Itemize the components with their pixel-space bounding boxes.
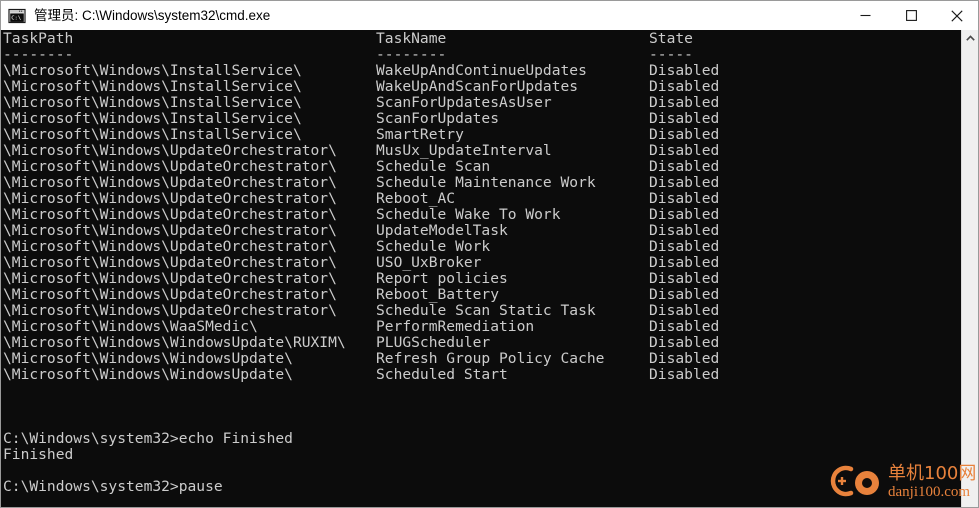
table-row-state: Disabled xyxy=(649,62,720,79)
table-row-state: Disabled xyxy=(649,334,720,351)
table-row-taskname: WakeUpAndContinueUpdates xyxy=(376,62,587,79)
table-row-taskpath: \Microsoft\Windows\UpdateOrchestrator\ xyxy=(3,190,337,207)
table-row-taskname: Reboot_Battery xyxy=(376,286,500,303)
pause-command-line: C:\Windows\system32>pause xyxy=(3,478,223,495)
table-row-taskpath: \Microsoft\Windows\WindowsUpdate\ xyxy=(3,366,293,383)
column-header-taskname: TaskName xyxy=(376,30,447,47)
table-row-taskpath: \Microsoft\Windows\InstallService\ xyxy=(3,62,302,79)
table-row-state: Disabled xyxy=(649,318,720,335)
table-row-taskpath: \Microsoft\Windows\InstallService\ xyxy=(3,78,302,95)
window-title: 管理员: C:\Windows\system32\cmd.exe xyxy=(34,8,271,23)
cmd-console-icon: C:\ xyxy=(8,7,26,25)
table-row-taskname: Schedule Wake To Work xyxy=(376,206,561,223)
table-row-taskname: Refresh Group Policy Cache xyxy=(376,350,605,367)
table-row-taskpath: \Microsoft\Windows\UpdateOrchestrator\ xyxy=(3,158,337,175)
table-row-state: Disabled xyxy=(649,174,720,191)
column-header-taskpath: TaskPath xyxy=(3,30,74,47)
table-row-state: Disabled xyxy=(649,366,720,383)
vertical-scrollbar[interactable] xyxy=(961,30,978,507)
table-row-state: Disabled xyxy=(649,270,720,287)
svg-text:C:\: C:\ xyxy=(11,15,21,21)
table-row-state: Disabled xyxy=(649,238,720,255)
echo-output-line: Finished xyxy=(3,446,74,463)
table-row-taskpath: \Microsoft\Windows\InstallService\ xyxy=(3,126,302,143)
table-row-taskpath: \Microsoft\Windows\WaaSMedic\ xyxy=(3,318,258,335)
table-row-taskname: Scheduled Start xyxy=(376,366,508,383)
table-row-state: Disabled xyxy=(649,94,720,111)
table-row-taskpath: \Microsoft\Windows\UpdateOrchestrator\ xyxy=(3,174,337,191)
console-output[interactable]: TaskPath TaskName State -------- -------… xyxy=(1,30,963,507)
table-row-taskname: Report policies xyxy=(376,270,508,287)
close-button[interactable] xyxy=(934,1,978,30)
table-row-taskname: UpdateModelTask xyxy=(376,222,508,239)
table-row-taskpath: \Microsoft\Windows\UpdateOrchestrator\ xyxy=(3,302,337,319)
table-row-taskname: PerformRemediation xyxy=(376,318,535,335)
table-row-taskpath: \Microsoft\Windows\UpdateOrchestrator\ xyxy=(3,142,337,159)
column-rule-taskname: -------- xyxy=(376,46,447,63)
table-row-state: Disabled xyxy=(649,78,720,95)
title-bar[interactable]: C:\ 管理员: C:\Windows\system32\cmd.exe xyxy=(1,1,978,30)
table-row-taskpath: \Microsoft\Windows\UpdateOrchestrator\ xyxy=(3,222,337,239)
scroll-up-arrow-icon[interactable] xyxy=(962,30,978,47)
echo-command-line: C:\Windows\system32>echo Finished xyxy=(3,430,293,447)
pause-message-line: 请按任意键继续. . . xyxy=(3,495,192,507)
column-rule-state: ----- xyxy=(649,46,693,63)
table-row-taskname: MusUx_UpdateInterval xyxy=(376,142,552,159)
table-row-taskpath: \Microsoft\Windows\UpdateOrchestrator\ xyxy=(3,270,337,287)
table-row-taskname: Schedule Scan xyxy=(376,158,491,175)
table-row-taskpath: \Microsoft\Windows\UpdateOrchestrator\ xyxy=(3,286,337,303)
table-row-taskname: SmartRetry xyxy=(376,126,464,143)
table-row-taskpath: \Microsoft\Windows\WindowsUpdate\RUXIM\ xyxy=(3,334,346,351)
window-controls xyxy=(842,1,978,30)
table-row-state: Disabled xyxy=(649,350,720,367)
cmd-window: C:\ 管理员: C:\Windows\system32\cmd.exe Tas… xyxy=(0,0,979,508)
table-row-taskpath: \Microsoft\Windows\UpdateOrchestrator\ xyxy=(3,254,337,271)
table-row-taskname: Schedule Scan Static Task xyxy=(376,302,596,319)
table-row-taskpath: \Microsoft\Windows\UpdateOrchestrator\ xyxy=(3,206,337,223)
table-row-state: Disabled xyxy=(649,158,720,175)
maximize-button[interactable] xyxy=(888,1,934,30)
column-rule-taskpath: -------- xyxy=(3,46,74,63)
table-row-taskpath: \Microsoft\Windows\InstallService\ xyxy=(3,94,302,111)
table-row-state: Disabled xyxy=(649,206,720,223)
column-header-state: State xyxy=(649,30,693,47)
table-row-state: Disabled xyxy=(649,254,720,271)
table-row-state: Disabled xyxy=(649,190,720,207)
table-row-state: Disabled xyxy=(649,222,720,239)
table-row-taskpath: \Microsoft\Windows\InstallService\ xyxy=(3,110,302,127)
table-row-state: Disabled xyxy=(649,302,720,319)
table-row-taskname: Reboot_AC xyxy=(376,190,456,207)
table-row-taskname: ScanForUpdatesAsUser xyxy=(376,94,552,111)
table-row-taskpath: \Microsoft\Windows\UpdateOrchestrator\ xyxy=(3,238,337,255)
table-row-taskname: Schedule Work xyxy=(376,238,491,255)
table-row-taskname: Schedule Maintenance Work xyxy=(376,174,596,191)
table-row-state: Disabled xyxy=(649,286,720,303)
table-row-taskname: ScanForUpdates xyxy=(376,110,500,127)
table-row-taskpath: \Microsoft\Windows\WindowsUpdate\ xyxy=(3,350,293,367)
table-row-taskname: PLUGScheduler xyxy=(376,334,491,351)
minimize-button[interactable] xyxy=(842,1,888,30)
table-row-taskname: WakeUpAndScanForUpdates xyxy=(376,78,579,95)
table-row-state: Disabled xyxy=(649,110,720,127)
table-row-state: Disabled xyxy=(649,126,720,143)
table-row-taskname: USO_UxBroker xyxy=(376,254,482,271)
table-row-state: Disabled xyxy=(649,142,720,159)
